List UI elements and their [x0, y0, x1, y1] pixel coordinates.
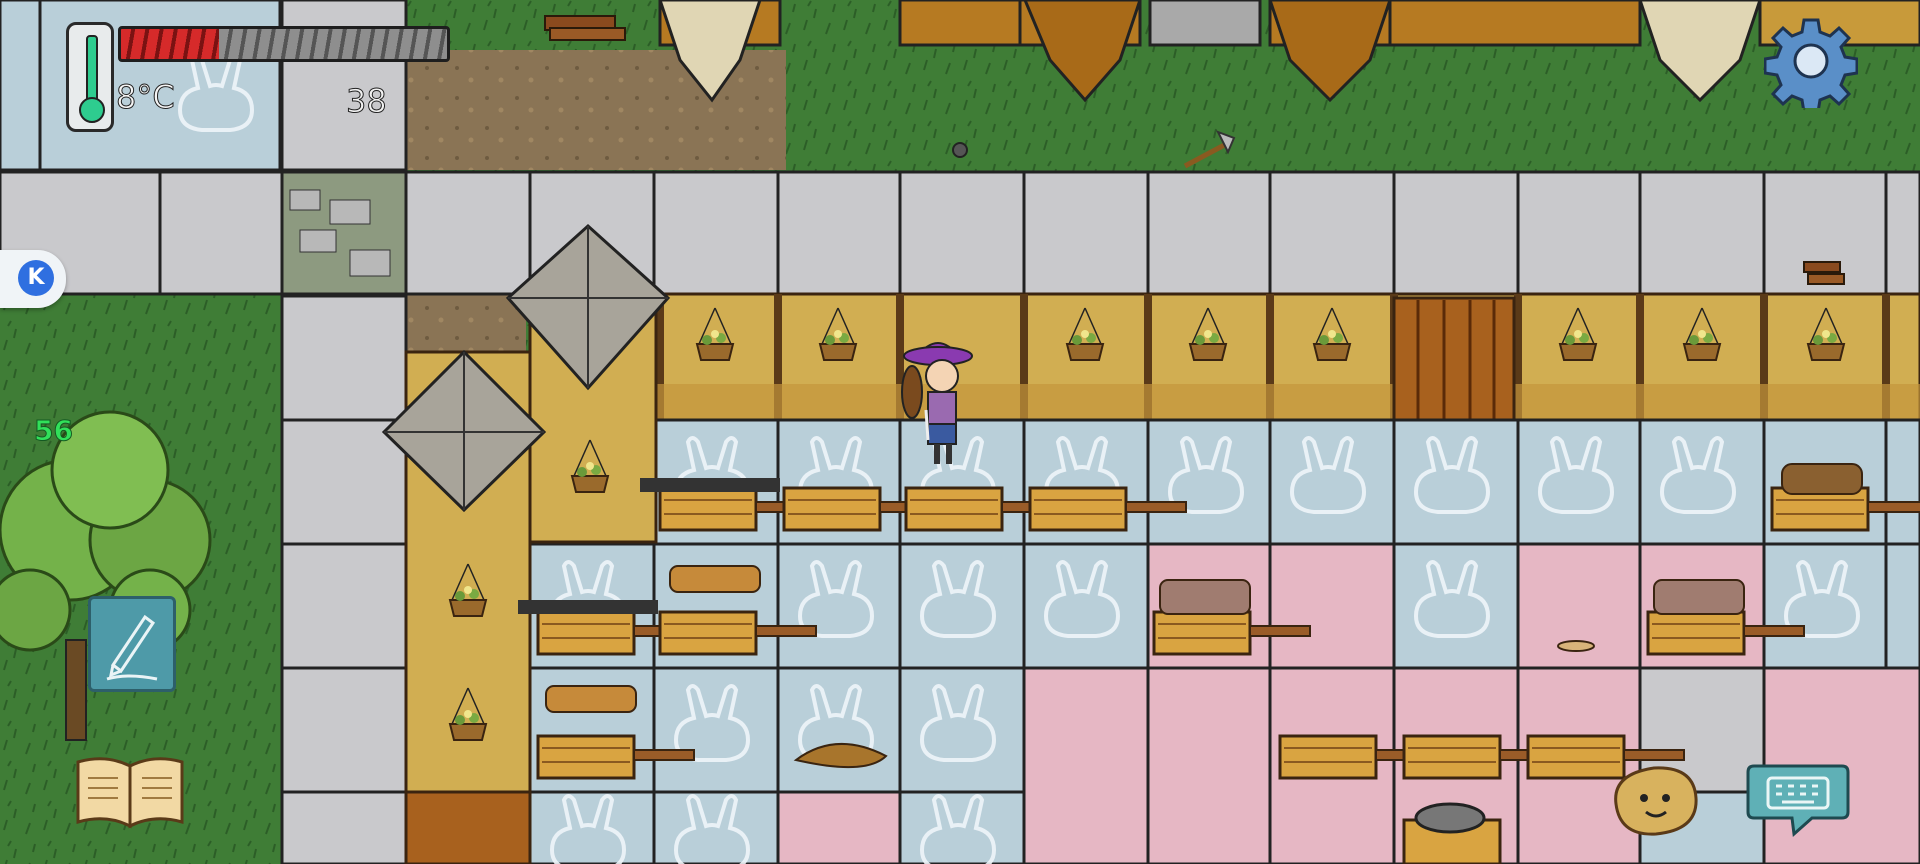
edit-button[interactable]	[88, 596, 176, 692]
wooden-wall	[654, 292, 1920, 422]
player-level-text: 56	[34, 414, 74, 448]
journal-button[interactable]	[72, 752, 188, 832]
potato-face-icon	[1614, 766, 1698, 836]
character-button[interactable]	[1606, 760, 1702, 840]
temperature-readout: 8°C	[116, 78, 176, 117]
small-bread	[1557, 640, 1595, 652]
settings-button[interactable]	[1763, 14, 1859, 114]
health-bar-empty	[218, 29, 447, 59]
health-bar-fill	[121, 29, 219, 59]
chat-button[interactable]	[1746, 756, 1850, 840]
thermometer-icon	[66, 22, 114, 132]
side-app-badge: K	[18, 260, 54, 296]
wooden-door	[1392, 296, 1516, 422]
game-world[interactable]	[0, 0, 1920, 864]
open-book-icon	[76, 757, 184, 829]
gear-icon	[1763, 18, 1859, 114]
keyboard-speech-bubble-icon	[1746, 764, 1850, 838]
pencil-icon	[106, 614, 158, 681]
resource-counter: 38	[346, 82, 388, 121]
health-bar	[118, 26, 450, 62]
stone-row	[0, 170, 1920, 296]
thermometer-bulb	[79, 97, 105, 123]
firewood-right	[1803, 261, 1845, 285]
small-stone	[952, 142, 968, 158]
side-app-button[interactable]: K	[0, 250, 66, 308]
firewood-pile	[544, 15, 626, 41]
